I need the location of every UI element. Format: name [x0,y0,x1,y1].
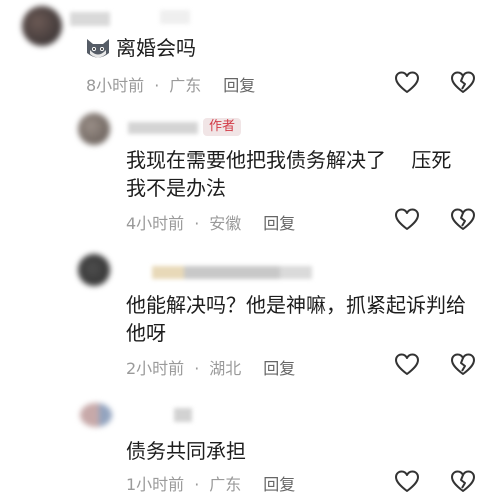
like-button[interactable] [390,66,424,100]
broken-heart-icon [451,353,475,375]
comment-body: 离婚会吗 [84,34,196,62]
reply-button[interactable]: 回复 [263,214,295,233]
username [160,10,190,24]
timestamp: 4小时前 [126,214,185,233]
dislike-button[interactable] [446,465,480,499]
comment-text: 我现在需要他把我债务解决了 压死 我不是办法 [126,148,452,200]
location: 广东 [209,475,242,494]
dislike-button[interactable] [446,203,480,237]
heart-outline-icon [395,208,419,230]
timestamp: 8小时前 [86,76,145,95]
comment-meta: 4小时前 · 安徽 回复 [126,214,296,233]
timestamp: 1小时前 [126,475,185,494]
location: 湖北 [209,359,242,378]
avatar[interactable] [78,254,110,286]
dislike-button[interactable] [446,348,480,382]
heart-outline-icon [395,353,419,375]
timestamp: 2小时前 [126,359,185,378]
dislike-button[interactable] [446,66,480,100]
reply-button[interactable]: 回复 [263,475,295,494]
username[interactable] [152,266,312,279]
reply-button[interactable]: 回复 [263,359,295,378]
avatar[interactable] [22,6,62,46]
comment-meta: 8小时前 · 广东 回复 [86,76,256,95]
avatar[interactable] [80,403,112,427]
username[interactable] [174,408,192,422]
broken-heart-icon [451,470,475,492]
comment-meta: 2小时前 · 湖北 回复 [126,359,296,378]
location: 安徽 [209,214,242,233]
reply-button[interactable]: 回复 [223,76,255,95]
username[interactable] [128,122,198,134]
comment-text: 他能解决吗？他是神嘛，抓紧起诉判给 他呀 [126,293,466,345]
comment-meta: 1小时前 · 广东 回复 [126,475,296,494]
heart-outline-icon [395,470,419,492]
comment-text: 离婚会吗 [116,36,196,60]
location: 广东 [169,76,202,95]
username[interactable] [70,12,110,26]
cat-face-emoji [87,39,109,58]
comment-text: 债务共同承担 [126,439,246,463]
heart-outline-icon [395,71,419,93]
like-button[interactable] [390,203,424,237]
broken-heart-icon [451,71,475,93]
avatar[interactable] [78,113,110,145]
author-badge: 作者 [203,118,242,136]
broken-heart-icon [451,208,475,230]
like-button[interactable] [390,465,424,499]
like-button[interactable] [390,348,424,382]
